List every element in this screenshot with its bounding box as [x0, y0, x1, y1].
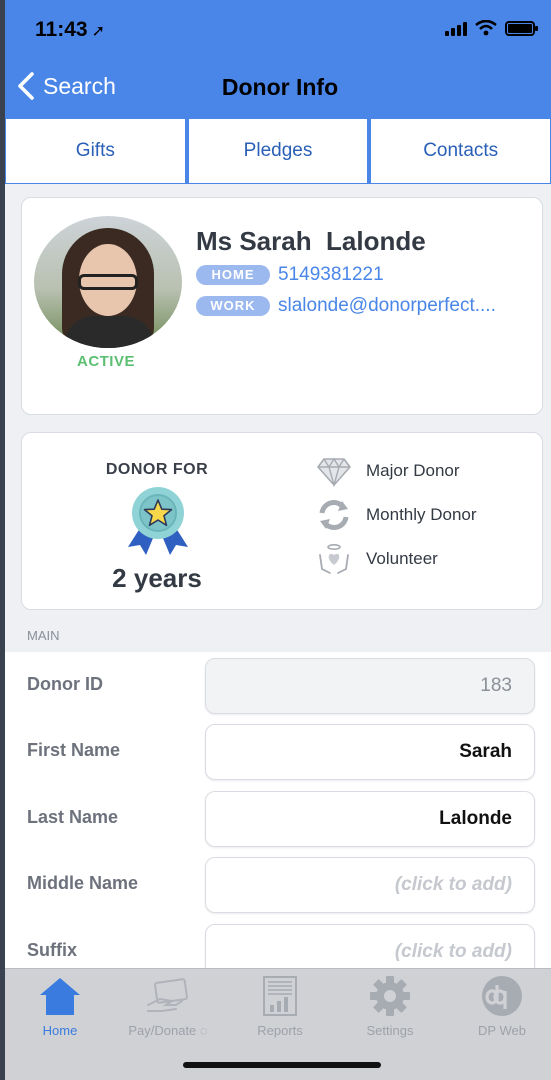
major-donor-label: Major Donor — [366, 461, 460, 480]
field-label: Last Name — [27, 807, 119, 827]
tabbar-dp-web[interactable]: DP Web — [447, 975, 551, 1038]
monthly-donor-label: Monthly Donor — [366, 505, 477, 524]
donor-for-label: DONOR FOR — [105, 461, 209, 478]
tab-contacts[interactable]: Contacts — [370, 118, 551, 184]
monthly-donor-badge: Monthly Donor — [316, 499, 477, 531]
work-pill: WORK — [196, 296, 270, 316]
home-phone-link[interactable]: 5149381221 — [278, 264, 384, 286]
work-email-link[interactable]: slalonde@donorperfect.... — [278, 295, 496, 317]
last-name-field[interactable]: Lalonde — [205, 791, 535, 847]
tabbar-label: Settings — [366, 1023, 414, 1038]
recurring-icon — [319, 500, 349, 530]
tabbar-label: Home — [42, 1023, 78, 1038]
tabbar-label: Reports — [257, 1023, 303, 1038]
section-header-main: MAIN — [27, 628, 60, 643]
tabbar-pay-donate[interactable]: Pay/Donate ◌ — [113, 975, 223, 1038]
app-screen: 11:43 ➚ Search Donor Info Gifts Pledges C… — [5, 0, 551, 1080]
clock-text: 11:43 — [35, 18, 88, 41]
medal-icon — [128, 487, 188, 555]
donor-id-field: 183 — [205, 658, 535, 714]
tabbar-settings[interactable]: Settings — [335, 975, 445, 1038]
gear-icon — [370, 976, 410, 1016]
page-title: Donor Info — [221, 74, 339, 100]
donor-profile-card: ACTIVE Ms Sarah Lalonde HOME 5149381221 … — [21, 197, 543, 415]
tabbar-home[interactable]: Home — [5, 975, 115, 1038]
work-email-row[interactable]: WORK slalonde@donorperfect.... — [196, 295, 496, 317]
major-donor-badge: Major Donor — [316, 455, 460, 487]
home-icon — [40, 978, 80, 1015]
form-row-middle-name: Middle Name (click to add) — [5, 851, 551, 917]
tab-gifts[interactable]: Gifts — [5, 118, 186, 184]
reports-icon — [263, 976, 297, 1016]
donor-stats-card: DONOR FOR 2 years Major Donor Monthly Do… — [21, 432, 543, 610]
avatar[interactable] — [34, 216, 182, 348]
field-label: First Name — [27, 740, 121, 760]
volunteer-badge: Volunteer — [316, 543, 438, 575]
status-time: 11:43 ➚ — [35, 18, 105, 42]
volunteer-label: Volunteer — [366, 549, 438, 568]
home-pill: HOME — [196, 265, 270, 285]
form-row-last-name: Last Name Lalonde — [5, 785, 551, 851]
home-indicator[interactable] — [183, 1062, 381, 1068]
battery-icon — [505, 21, 538, 36]
tabbar-reports[interactable]: Reports — [225, 975, 335, 1038]
status-badge: ACTIVE — [76, 353, 135, 370]
field-label: Donor ID — [27, 674, 103, 694]
field-label: Middle Name — [27, 873, 139, 893]
segment-tabs: Gifts Pledges Contacts — [5, 118, 551, 184]
diamond-icon — [317, 457, 351, 487]
tab-pledges[interactable]: Pledges — [187, 118, 369, 184]
tabbar-label: DP Web — [478, 1023, 526, 1038]
middle-name-field[interactable]: (click to add) — [205, 857, 535, 913]
volunteer-hands-icon — [319, 543, 349, 574]
tabbar-label: Pay/Donate ◌ — [128, 1023, 208, 1038]
card-payment-icon — [147, 978, 188, 1012]
donor-form: Donor ID 183 First Name Sarah Last Name … — [5, 652, 551, 982]
status-icons — [445, 20, 538, 36]
field-label: Suffix — [27, 940, 78, 960]
nav-header: 11:43 ➚ Search Donor Info — [5, 0, 551, 118]
first-name-field[interactable]: Sarah — [205, 724, 535, 780]
form-row-donor-id: Donor ID 183 — [5, 652, 551, 718]
donor-name: Ms Sarah Lalonde — [196, 226, 426, 256]
home-phone-row[interactable]: HOME 5149381221 — [196, 264, 384, 286]
donor-duration: 2 years — [112, 563, 202, 593]
location-icon: ➚ — [91, 23, 105, 40]
form-row-first-name: First Name Sarah — [5, 718, 551, 784]
wifi-icon — [475, 20, 497, 36]
cellular-signal-icon — [445, 22, 467, 36]
dp-logo-icon — [482, 976, 522, 1016]
